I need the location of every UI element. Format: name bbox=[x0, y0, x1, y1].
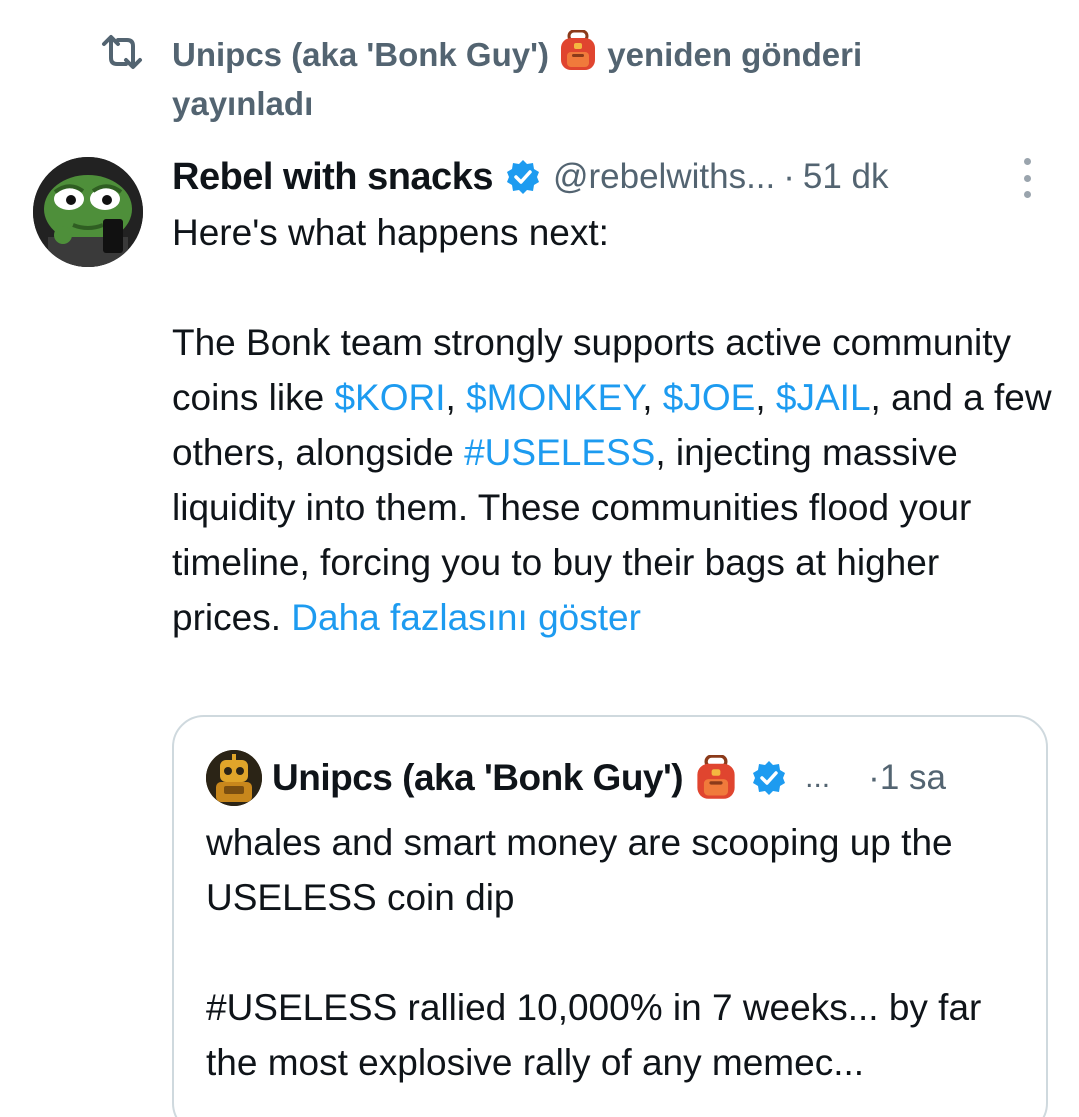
repost-icon bbox=[102, 35, 142, 69]
timestamp[interactable]: 51 dk bbox=[803, 157, 889, 197]
backpack-emoji-icon bbox=[697, 755, 735, 799]
repost-header: Unipcs (aka 'Bonk Guy') yeniden gönderi … bbox=[100, 30, 1000, 128]
pepe-avatar-icon bbox=[33, 157, 143, 267]
quoted-tweet-card[interactable]: Unipcs (aka 'Bonk Guy') ... ·1 sa whales… bbox=[172, 715, 1048, 1117]
quoted-tweet-header: Unipcs (aka 'Bonk Guy') ... ·1 sa bbox=[206, 750, 1026, 806]
quoted-timestamp[interactable]: ·1 sa bbox=[868, 758, 946, 798]
quoted-handle-truncated[interactable]: ... bbox=[805, 761, 830, 795]
quoted-time-value: 1 sa bbox=[879, 758, 946, 797]
separator-dot: · bbox=[868, 758, 880, 797]
author-display-name[interactable]: Rebel with snacks bbox=[172, 156, 493, 199]
quoted-line-2: #USELESS rallied 10,000% in 7 weeks... b… bbox=[206, 987, 982, 1083]
tweet-header: Rebel with snacks @rebelwiths... · 51 dk bbox=[172, 150, 1042, 204]
author-handle[interactable]: @rebelwiths... bbox=[553, 157, 775, 197]
show-more-link[interactable]: Daha fazlasını göster bbox=[291, 597, 641, 638]
tweet-text: Here's what happens next: The Bonk team … bbox=[172, 205, 1052, 645]
quoted-line-1: whales and smart money are scooping up t… bbox=[206, 822, 953, 918]
tweet-text-segment: , bbox=[755, 377, 776, 418]
verified-badge-icon bbox=[753, 761, 786, 795]
robot-avatar-icon bbox=[206, 750, 262, 806]
backpack-emoji-icon bbox=[561, 30, 596, 70]
repost-user-name[interactable]: Unipcs (aka 'Bonk Guy') bbox=[172, 36, 549, 73]
cashtag-joe[interactable]: $JOE bbox=[663, 377, 756, 418]
tweet-intro-line: Here's what happens next: bbox=[172, 212, 609, 253]
verified-badge-icon bbox=[506, 160, 539, 194]
tweet-text-segment: , bbox=[642, 377, 663, 418]
repost-text[interactable]: Unipcs (aka 'Bonk Guy') yeniden gönderi … bbox=[172, 30, 972, 128]
more-options-icon[interactable] bbox=[1012, 158, 1042, 198]
cashtag-jail[interactable]: $JAIL bbox=[776, 377, 871, 418]
quoted-author-display-name[interactable]: Unipcs (aka 'Bonk Guy') bbox=[272, 757, 684, 799]
separator-dot: · bbox=[783, 157, 795, 196]
hashtag-useless[interactable]: #USELESS bbox=[464, 432, 655, 473]
cashtag-monkey[interactable]: $MONKEY bbox=[466, 377, 642, 418]
tweet-paragraph: The Bonk team strongly supports active c… bbox=[172, 315, 1052, 645]
quoted-author-avatar[interactable] bbox=[206, 750, 262, 806]
author-avatar[interactable] bbox=[33, 157, 143, 267]
timeline-post[interactable]: Unipcs (aka 'Bonk Guy') yeniden gönderi … bbox=[0, 0, 1079, 1117]
tweet-text-segment: , bbox=[445, 377, 467, 418]
quoted-tweet-text: whales and smart money are scooping up t… bbox=[206, 815, 1026, 1090]
cashtag-kori[interactable]: $KORI bbox=[334, 377, 445, 418]
